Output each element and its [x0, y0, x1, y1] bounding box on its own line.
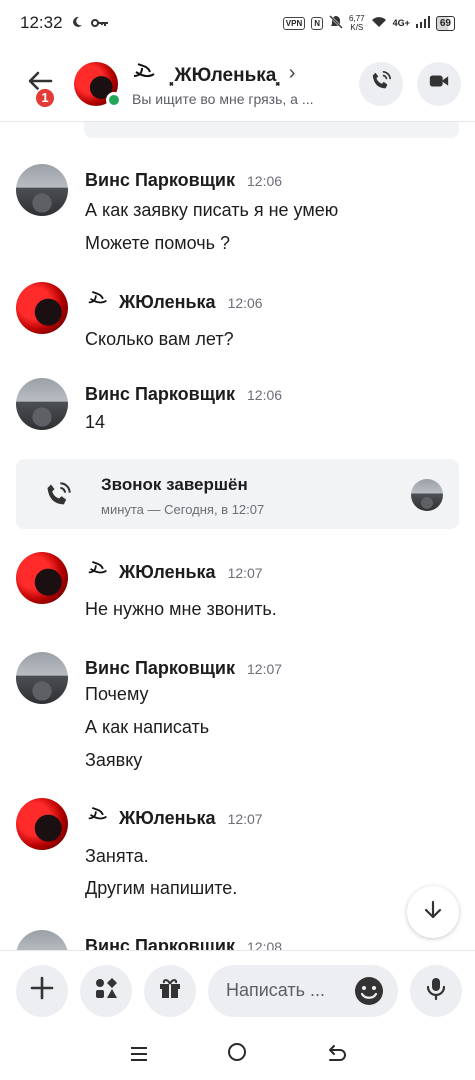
status-bar: 12:32 VPN N 6,77 K/S 4G+ 69 — [0, 0, 475, 46]
swirl-decoration-icon — [87, 804, 117, 829]
message-author[interactable]: Винс Парковщик — [85, 384, 235, 405]
home-button[interactable] — [217, 1035, 257, 1075]
avatar[interactable] — [16, 652, 68, 704]
message-author[interactable]: ЖЮленька — [119, 562, 216, 583]
menu-lines-icon — [130, 1042, 148, 1068]
jump-to-latest-button[interactable] — [407, 886, 459, 938]
wifi-icon — [371, 16, 387, 31]
circle-icon — [227, 1042, 247, 1068]
plus-icon — [29, 975, 55, 1006]
system-navigation-bar — [0, 1030, 475, 1080]
gift-icon — [157, 975, 183, 1006]
status-time: 12:32 — [20, 13, 63, 32]
moon-icon — [71, 13, 83, 33]
message-time: 12:08 — [247, 939, 283, 950]
message-author[interactable]: ЖЮленька — [119, 292, 216, 313]
message-list[interactable]: Винс Парковщик 12:06 А как заявку писать… — [0, 122, 475, 950]
message-author[interactable]: Винс Парковщик — [85, 170, 235, 191]
apps-icon — [93, 975, 119, 1006]
back-button[interactable]: 1 — [10, 54, 70, 114]
swirl-decoration-icon — [87, 288, 117, 313]
voice-message-button[interactable] — [410, 964, 462, 1017]
avatar[interactable] — [16, 164, 68, 216]
video-camera-icon — [428, 70, 450, 97]
header-user-info[interactable]: ⸼ЖЮленька⸼ › Вы ищите во мне грязь, а ..… — [132, 60, 327, 107]
emoji-icon[interactable] — [354, 976, 384, 1006]
arrow-down-icon — [421, 898, 445, 927]
message-text[interactable]: Сколько вам лет? — [85, 329, 234, 350]
message-author[interactable]: ЖЮленька — [119, 808, 216, 829]
video-call-button[interactable] — [417, 61, 461, 106]
microphone-icon — [423, 975, 449, 1006]
message-time: 12:06 — [247, 387, 283, 403]
back-nav-button[interactable] — [316, 1035, 356, 1075]
swirl-decoration-icon — [87, 558, 117, 583]
message-time: 12:07 — [247, 661, 283, 677]
avatar[interactable] — [16, 552, 68, 604]
message-text[interactable]: Почему — [85, 684, 149, 705]
message-time: 12:06 — [247, 173, 283, 189]
avatar[interactable] — [16, 282, 68, 334]
call-ended-card[interactable]: Звонок завершён минута — Сегодня, в 12:0… — [16, 459, 459, 529]
call-title: Звонок завершён — [101, 475, 248, 494]
nfc-icon: N — [311, 16, 324, 30]
voice-call-button[interactable] — [359, 61, 403, 106]
message-text[interactable]: Занята. — [85, 846, 149, 867]
previous-message-card — [84, 122, 459, 138]
battery-indicator: 69 — [435, 15, 455, 31]
message-composer: Написать ... — [0, 950, 475, 1030]
custom-status-text: Вы ищите во мне грязь, а ... — [132, 91, 314, 107]
chevron-right-icon: › — [288, 62, 296, 84]
network-type: 4G+ — [392, 18, 410, 28]
avatar[interactable] — [16, 378, 68, 430]
online-status-dot — [106, 91, 122, 108]
message-text[interactable]: Заявку — [85, 750, 142, 771]
message-time: 12:07 — [227, 811, 263, 827]
avatar — [411, 479, 443, 511]
gift-button[interactable] — [144, 964, 196, 1017]
message-text[interactable]: Другим напишите. — [85, 878, 237, 899]
chat-partner-name: ⸼ЖЮленька⸼ — [170, 64, 281, 86]
phone-call-icon — [44, 481, 72, 509]
avatar[interactable] — [16, 930, 68, 950]
swirl-decoration-icon — [132, 60, 166, 87]
unread-badge: 1 — [34, 86, 56, 109]
message-text[interactable]: А как написать — [85, 717, 209, 738]
message-text[interactable]: Не нужно мне звонить. — [85, 599, 277, 620]
key-icon — [90, 13, 109, 33]
back-arrow-icon — [326, 1042, 346, 1068]
message-time: 12:07 — [227, 565, 263, 581]
recent-apps-button[interactable] — [119, 1035, 159, 1075]
apps-button[interactable] — [80, 964, 132, 1017]
net-speed: 6,77 K/S — [349, 14, 365, 32]
message-time: 12:06 — [227, 295, 263, 311]
avatar[interactable] — [16, 798, 68, 850]
mute-icon — [329, 14, 343, 32]
message-input[interactable]: Написать ... — [208, 964, 398, 1017]
message-text[interactable]: 14 — [85, 412, 105, 433]
vpn-indicator: VPN — [282, 16, 306, 30]
avatar[interactable] — [74, 61, 122, 108]
message-author[interactable]: Винс Парковщик — [85, 658, 235, 679]
signal-icon — [415, 15, 430, 31]
message-text[interactable]: Можете помочь ? — [85, 233, 230, 254]
add-attachment-button[interactable] — [16, 964, 68, 1017]
message-text[interactable]: А как заявку писать я не умею — [85, 200, 338, 221]
chat-header: 1 ⸼ЖЮленька⸼ › Вы ищите во мне грязь, а … — [0, 46, 475, 122]
call-subtitle: минута — Сегодня, в 12:07 — [101, 502, 265, 517]
phone-icon — [370, 70, 392, 97]
message-input-placeholder: Написать ... — [226, 980, 326, 1000]
message-author[interactable]: Винс Парковщик — [85, 936, 235, 950]
